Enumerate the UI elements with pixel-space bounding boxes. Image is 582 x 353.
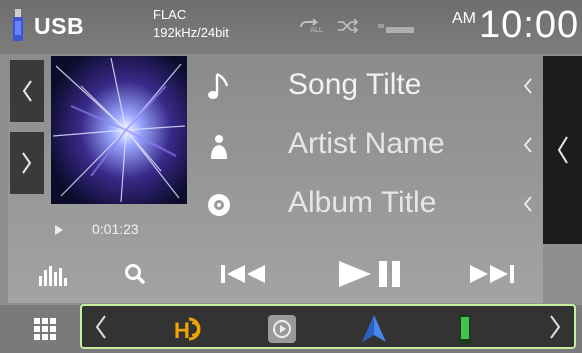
artist-name: Artist Name	[288, 127, 445, 160]
hd-radio-icon[interactable]: H	[172, 312, 206, 346]
clock-ampm: AM	[452, 10, 476, 27]
album-title: Album Title	[288, 186, 437, 219]
equalizer-button[interactable]	[30, 253, 76, 295]
chevron-right-icon[interactable]	[548, 314, 562, 340]
next-page-button[interactable]	[10, 132, 44, 194]
usb-icon	[13, 9, 23, 41]
svg-text:ALL: ALL	[310, 26, 323, 33]
svg-text:H: H	[174, 318, 190, 343]
search-button[interactable]	[112, 253, 158, 295]
elapsed-time: 0:01:23	[92, 221, 139, 237]
battery-icon	[378, 24, 414, 33]
sample-rate-label: 192kHz/24bit	[153, 25, 229, 40]
play-pause-button[interactable]	[330, 253, 410, 295]
music-note-icon	[208, 73, 229, 99]
chevron-left-icon	[523, 137, 532, 153]
previous-track-button[interactable]	[213, 253, 273, 295]
repeat-icon: ALL	[300, 19, 323, 33]
status-bar: USB FLAC 192kHz/24bit ALL AM 10:00	[0, 0, 582, 54]
app-shortcut-strip: H	[80, 304, 576, 349]
phone-icon[interactable]	[448, 312, 482, 346]
next-track-icon	[470, 265, 514, 283]
play-status-icon	[55, 225, 63, 235]
home-button[interactable]	[16, 309, 74, 349]
artist-icon	[211, 135, 227, 159]
next-track-button[interactable]	[462, 253, 522, 295]
chevron-left-icon	[22, 80, 32, 102]
clock-time: 10:00	[479, 4, 580, 46]
artist-row[interactable]: Artist Name	[200, 121, 542, 171]
song-title-row[interactable]: Song Tilte	[200, 62, 542, 112]
equalizer-icon	[39, 266, 67, 286]
source-label[interactable]: USB	[34, 13, 84, 40]
grid-menu-icon	[34, 318, 56, 340]
search-icon	[125, 264, 146, 285]
usb-audio-source-icon[interactable]	[265, 312, 299, 346]
play-pause-icon	[339, 261, 400, 287]
disc-icon	[208, 194, 230, 216]
chevron-left-icon	[557, 136, 568, 164]
album-row[interactable]: Album Title	[200, 180, 542, 230]
album-artwork[interactable]	[51, 56, 187, 204]
right-drawer-button[interactable]	[543, 56, 582, 244]
shuffle-icon	[338, 19, 359, 33]
chevron-left-icon	[523, 196, 532, 212]
chevron-left-icon[interactable]	[94, 314, 108, 340]
prev-page-button[interactable]	[10, 60, 44, 122]
audio-format-label: FLAC	[153, 7, 187, 22]
album-art-image	[51, 56, 187, 204]
song-title: Song Tilte	[288, 68, 422, 101]
chevron-right-icon	[22, 152, 32, 174]
chevron-left-icon	[523, 78, 532, 94]
navigation-arrow-icon[interactable]	[357, 312, 391, 346]
previous-track-icon	[221, 265, 265, 283]
